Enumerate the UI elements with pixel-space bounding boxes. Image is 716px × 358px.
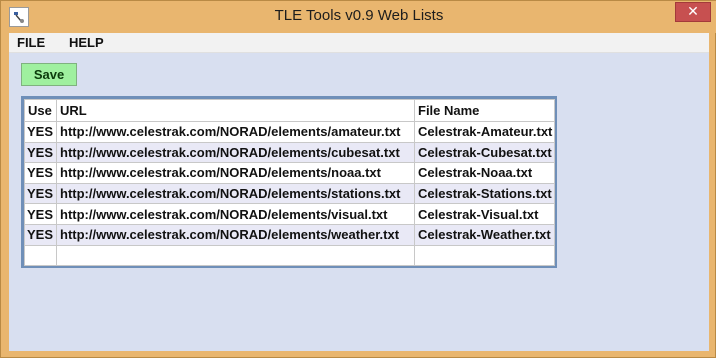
menu-bar: FILE HELP <box>9 33 709 53</box>
cell-use[interactable]: YES <box>24 223 57 246</box>
client-area: FILE HELP Save Use URL File Name YES htt… <box>9 33 709 351</box>
menu-help[interactable]: HELP <box>69 35 104 50</box>
cell-url[interactable]: http://www.celestrak.com/NORAD/elements/… <box>56 141 415 164</box>
close-icon: ✕ <box>687 4 699 20</box>
cell-url[interactable]: http://www.celestrak.com/NORAD/elements/… <box>56 223 415 246</box>
cell-use[interactable] <box>24 244 57 267</box>
cell-file-name[interactable]: Celestrak-Cubesat.txt <box>414 141 555 164</box>
cell-url[interactable] <box>56 244 415 267</box>
cell-use[interactable]: YES <box>24 141 57 164</box>
table-row[interactable]: YES http://www.celestrak.com/NORAD/eleme… <box>24 203 555 225</box>
cell-url[interactable]: http://www.celestrak.com/NORAD/elements/… <box>56 203 415 225</box>
cell-file-name[interactable]: Celestrak-Stations.txt <box>414 182 555 205</box>
table-row[interactable]: YES http://www.celestrak.com/NORAD/eleme… <box>24 141 555 164</box>
header-row: Use URL File Name <box>24 99 555 122</box>
table-row-new[interactable] <box>24 244 555 267</box>
window-title: TLE Tools v0.9 Web Lists <box>274 7 444 24</box>
cell-file-name[interactable]: Celestrak-Weather.txt <box>414 223 555 246</box>
save-button[interactable]: Save <box>21 63 77 86</box>
cell-file-name[interactable]: Celestrak-Noaa.txt <box>414 162 555 184</box>
app-window: TLE Tools v0.9 Web Lists ✕ FILE HELP Sav… <box>0 0 716 358</box>
lists-grid: Use URL File Name YES http://www.celestr… <box>24 99 555 267</box>
cell-use[interactable]: YES <box>24 121 57 143</box>
column-header-file-name[interactable]: File Name <box>414 99 555 122</box>
column-header-use[interactable]: Use <box>24 99 57 122</box>
cell-use[interactable]: YES <box>24 182 57 205</box>
column-header-url[interactable]: URL <box>56 99 415 122</box>
title-bar[interactable]: TLE Tools v0.9 Web Lists ✕ <box>1 1 716 33</box>
cell-url[interactable]: http://www.celestrak.com/NORAD/elements/… <box>56 162 415 184</box>
table-row[interactable]: YES http://www.celestrak.com/NORAD/eleme… <box>24 121 555 143</box>
cell-file-name[interactable] <box>414 244 555 267</box>
table-row[interactable]: YES http://www.celestrak.com/NORAD/eleme… <box>24 182 555 205</box>
cell-file-name[interactable]: Celestrak-Amateur.txt <box>414 121 555 143</box>
table-row[interactable]: YES http://www.celestrak.com/NORAD/eleme… <box>24 162 555 184</box>
cell-url[interactable]: http://www.celestrak.com/NORAD/elements/… <box>56 121 415 143</box>
cell-use[interactable]: YES <box>24 162 57 184</box>
cell-file-name[interactable]: Celestrak-Visual.txt <box>414 203 555 225</box>
table-row[interactable]: YES http://www.celestrak.com/NORAD/eleme… <box>24 223 555 246</box>
cell-url[interactable]: http://www.celestrak.com/NORAD/elements/… <box>56 182 415 205</box>
close-button[interactable]: ✕ <box>675 2 711 22</box>
cell-use[interactable]: YES <box>24 203 57 225</box>
web-lists-table: Use URL File Name YES http://www.celestr… <box>21 96 557 268</box>
menu-file[interactable]: FILE <box>17 35 45 50</box>
